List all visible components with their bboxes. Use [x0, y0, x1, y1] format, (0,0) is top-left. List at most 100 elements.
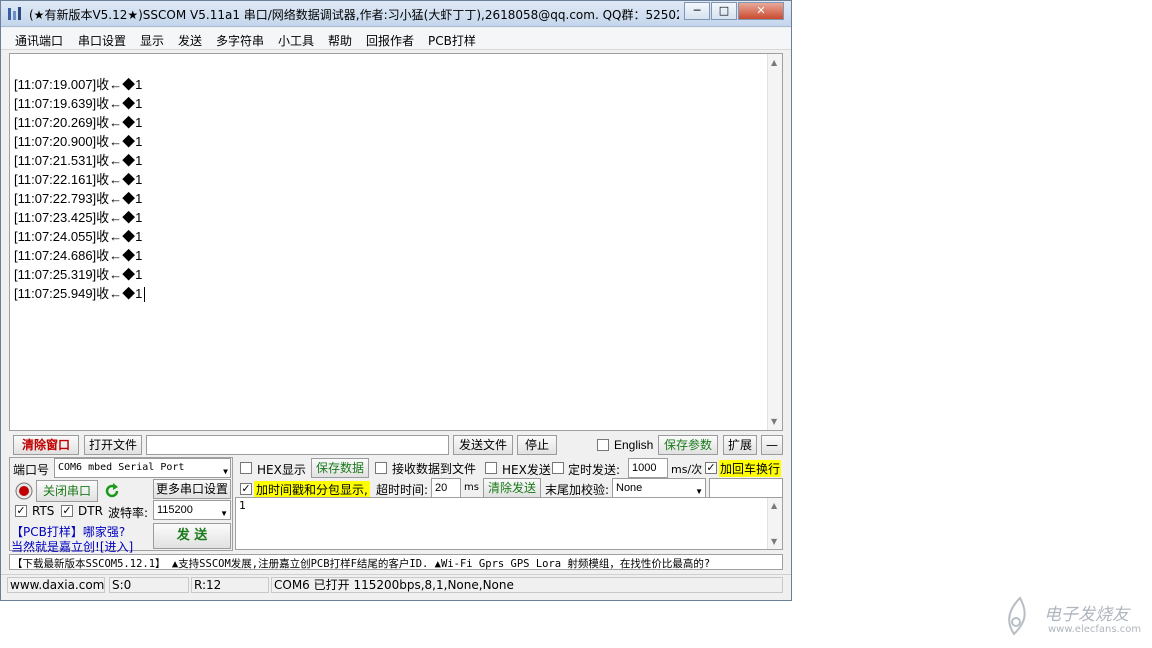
stop-button[interactable]: 停止	[517, 435, 557, 455]
menu-feedback[interactable]: 回报作者	[366, 32, 414, 49]
text-cursor	[144, 287, 146, 303]
hex-send-checkbox[interactable]	[485, 462, 497, 474]
send-file-button[interactable]: 发送文件	[453, 435, 513, 455]
open-file-button[interactable]: 打开文件	[84, 435, 142, 455]
timeout-label: 超时时间:	[376, 483, 429, 497]
receive-scrollbar[interactable]: ▲ ▼	[767, 54, 782, 430]
receive-line: [11:07:23.425]收←◆1	[14, 210, 143, 225]
port-select[interactable]: COM6 mbed Serial Port ▼	[54, 458, 231, 478]
status-bar: www.daxia.com S:0 R:12 COM6 已打开 115200bp…	[1, 574, 791, 594]
receive-area[interactable]: [11:07:19.007]收←◆1 [11:07:19.639]收←◆1 [1…	[9, 53, 783, 431]
interval-input[interactable]: 1000	[628, 458, 668, 478]
news-banner[interactable]: 【下载最新版本SSCOM5.12.1】 ▲支持SSCOM发展,注册嘉立创PCB打…	[9, 554, 783, 570]
status-sent-count: S:0	[109, 577, 189, 593]
status-received-count: R:12	[191, 577, 269, 593]
clear-send-button[interactable]: 清除发送	[483, 478, 541, 498]
send-button[interactable]: 发 送	[153, 523, 231, 549]
menu-send[interactable]: 发送	[178, 32, 202, 49]
port-status-icon	[15, 482, 33, 500]
menu-tools[interactable]: 小工具	[278, 32, 314, 49]
sscom-window: (★有新版本V5.12★)SSCOM V5.11a1 串口/网络数据调试器,作者…	[0, 0, 792, 601]
timestamp-checkbox[interactable]: ✓	[240, 483, 252, 495]
receive-line-text: [11:07:25.949]收←◆1	[14, 286, 143, 301]
collapse-button[interactable]: —	[761, 435, 783, 455]
checksum-extra-field[interactable]	[709, 478, 783, 498]
menu-help[interactable]: 帮助	[328, 32, 352, 49]
rts-checkbox[interactable]: ✓	[15, 505, 27, 517]
save-data-button[interactable]: 保存数据	[311, 458, 369, 478]
close-port-button[interactable]: 关闭串口	[36, 480, 98, 502]
menu-bar: 通讯端口 串口设置 显示 发送 多字符串 小工具 帮助 回报作者 PCB打样	[1, 28, 791, 50]
send-text: 1	[239, 499, 246, 512]
menu-display[interactable]: 显示	[140, 32, 164, 49]
timeout-unit: ms	[464, 482, 479, 493]
scroll-up-icon[interactable]: ▲	[771, 58, 777, 67]
send-textarea[interactable]: 1 ▲ ▼	[235, 497, 783, 550]
watermark-name: 电子发烧友	[1044, 605, 1129, 625]
receive-line: [11:07:22.161]收←◆1	[14, 172, 143, 187]
watermark-logo-icon	[1008, 596, 1026, 636]
receive-line: [11:07:19.007]收←◆1	[14, 77, 143, 92]
refresh-icon[interactable]	[103, 482, 121, 500]
hex-display-label: HEX显示	[257, 463, 306, 477]
english-label: English	[614, 438, 654, 452]
minimize-button[interactable]: ─	[684, 2, 710, 20]
receive-line: [11:07:24.686]收←◆1	[14, 248, 143, 263]
scroll-down-icon[interactable]: ▼	[771, 537, 777, 546]
add-crlf-label: 加回车换行	[719, 460, 782, 477]
checksum-label: 末尾加校验:	[545, 483, 610, 497]
window-title: (★有新版本V5.12★)SSCOM V5.11a1 串口/网络数据调试器,作者…	[29, 8, 679, 22]
recv-to-file-label: 接收数据到文件	[392, 462, 477, 476]
status-website[interactable]: www.daxia.com	[7, 577, 105, 593]
dtr-checkbox[interactable]: ✓	[61, 505, 73, 517]
maximize-button[interactable]: □	[711, 2, 737, 20]
hex-send-label: HEX发送	[502, 463, 551, 477]
menu-pcb[interactable]: PCB打样	[428, 32, 476, 49]
timed-send-label: 定时发送:	[568, 463, 621, 477]
timestamp-label: 加时间戳和分包显示,	[254, 481, 370, 498]
chevron-down-icon: ▼	[223, 467, 228, 476]
receive-line: [11:07:25.319]收←◆1	[14, 267, 143, 282]
receive-line: [11:07:20.900]收←◆1	[14, 134, 143, 149]
interval-unit: ms/次	[671, 463, 703, 476]
save-params-button[interactable]: 保存参数	[658, 435, 718, 455]
menu-comm-port[interactable]: 通讯端口	[15, 32, 63, 49]
timed-send-checkbox[interactable]	[552, 462, 564, 474]
receive-line: [11:07:22.793]收←◆1	[14, 191, 143, 206]
recv-to-file-checkbox[interactable]	[375, 462, 387, 474]
chevron-down-icon: ▼	[220, 509, 228, 518]
watermark-url: www.elecfans.com	[1048, 624, 1142, 635]
hex-display-checkbox[interactable]	[240, 462, 252, 474]
dtr-label: DTR	[78, 504, 103, 518]
status-port-info: COM6 已打开 115200bps,8,1,None,None	[271, 577, 783, 593]
pcb-ad-line2[interactable]: 当然就是嘉立创![进入]	[11, 538, 133, 555]
chevron-down-icon: ▼	[695, 487, 703, 496]
expand-button[interactable]: 扩展	[723, 435, 757, 455]
close-button[interactable]: ✕	[738, 2, 784, 20]
timeout-input[interactable]: 20	[431, 478, 461, 498]
more-settings-button[interactable]: 更多串口设置	[153, 479, 231, 499]
news-banner-text[interactable]: 【下载最新版本SSCOM5.12.1】 ▲支持SSCOM发展,注册嘉立创PCB打…	[12, 556, 710, 569]
receive-line: [11:07:24.055]收←◆1	[14, 229, 143, 244]
add-crlf-checkbox[interactable]: ✓	[705, 462, 717, 474]
baud-select[interactable]: 115200 ▼	[153, 500, 231, 520]
file-path-input[interactable]	[146, 435, 449, 455]
checksum-select[interactable]: None ▼	[612, 478, 706, 498]
port-label: 端口号	[13, 463, 50, 477]
scroll-down-icon[interactable]: ▼	[771, 417, 777, 426]
title-bar[interactable]: (★有新版本V5.12★)SSCOM V5.11a1 串口/网络数据调试器,作者…	[1, 1, 791, 27]
english-checkbox[interactable]	[597, 439, 609, 451]
app-icon	[8, 7, 21, 20]
receive-log: [11:07:19.007]收←◆1 [11:07:19.639]收←◆1 [1…	[14, 75, 146, 303]
rts-label: RTS	[32, 504, 55, 518]
send-scrollbar[interactable]: ▲ ▼	[767, 498, 782, 549]
receive-line: [11:07:20.269]收←◆1	[14, 115, 143, 130]
baud-label: 波特率:	[108, 506, 149, 520]
menu-multi-string[interactable]: 多字符串	[216, 32, 264, 49]
scroll-up-icon[interactable]: ▲	[771, 501, 777, 510]
elecfans-watermark: 电子发烧友 www.elecfans.com	[1000, 596, 1150, 640]
receive-line: [11:07:21.531]收←◆1	[14, 153, 143, 168]
clear-window-button[interactable]: 清除窗口	[13, 435, 79, 455]
receive-line: [11:07:19.639]收←◆1	[14, 96, 143, 111]
menu-port-settings[interactable]: 串口设置	[78, 32, 126, 49]
